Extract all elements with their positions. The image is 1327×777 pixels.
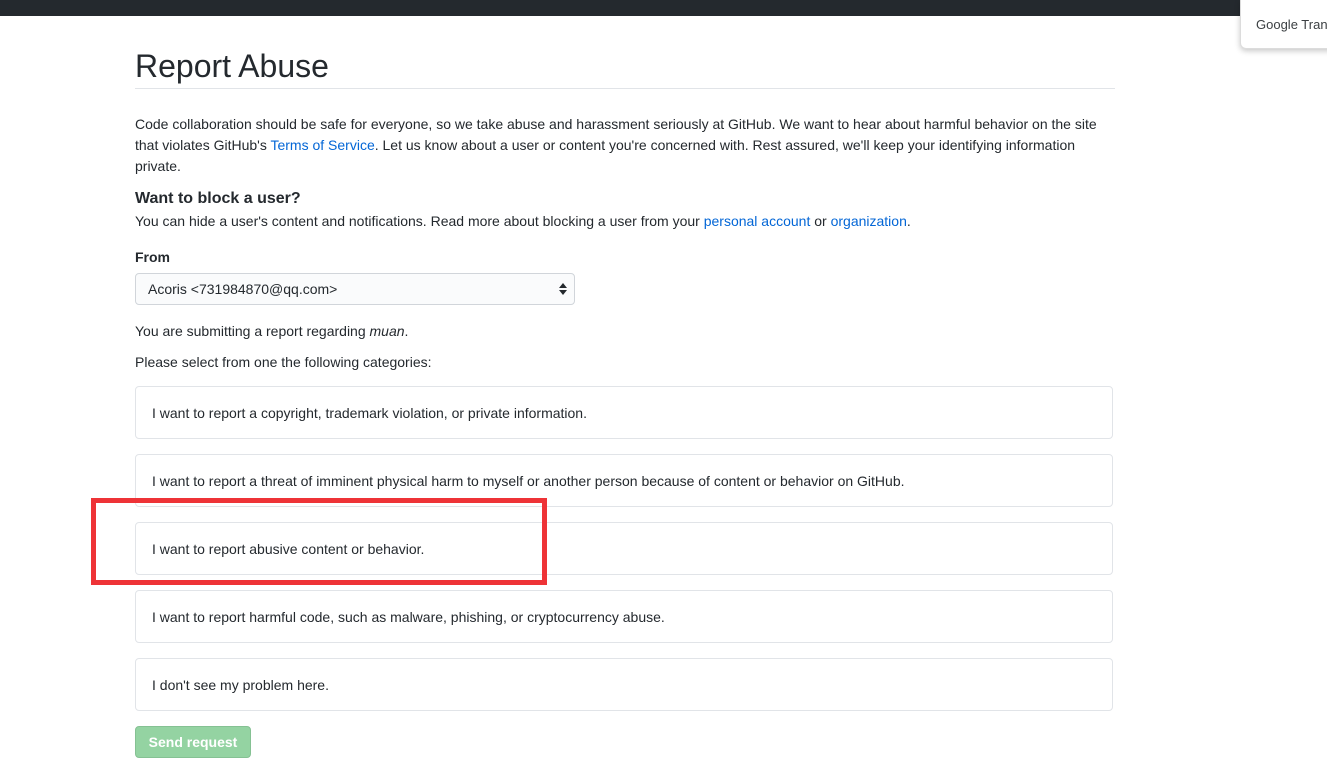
reported-username: muan bbox=[369, 323, 405, 339]
block-period: . bbox=[906, 213, 911, 229]
intro-paragraph: Code collaboration should be safe for ev… bbox=[135, 114, 1110, 177]
google-translate-label: Google Trans bbox=[1256, 17, 1327, 32]
category-abusive-content[interactable]: I want to report abusive content or beha… bbox=[135, 522, 1113, 575]
report-target-prefix: You are submitting a report regarding bbox=[135, 323, 370, 339]
terms-of-service-link[interactable]: Terms of Service bbox=[270, 137, 374, 153]
send-request-button[interactable]: Send request bbox=[135, 726, 251, 758]
category-copyright[interactable]: I want to report a copyright, trademark … bbox=[135, 386, 1113, 439]
block-user-heading: Want to block a user? bbox=[135, 190, 301, 207]
report-target-suffix: . bbox=[404, 323, 409, 339]
from-select-value: Acoris <731984870@qq.com> bbox=[148, 281, 338, 297]
block-user-text: You can hide a user's content and notifi… bbox=[135, 211, 911, 232]
organization-link[interactable]: organization bbox=[831, 213, 907, 229]
google-translate-widget[interactable]: Google Trans bbox=[1240, 0, 1327, 49]
top-navigation-bar bbox=[0, 0, 1327, 16]
category-other[interactable]: I don't see my problem here. bbox=[135, 658, 1113, 711]
block-text-before: You can hide a user's content and notifi… bbox=[135, 213, 704, 229]
category-physical-harm[interactable]: I want to report a threat of imminent ph… bbox=[135, 454, 1113, 507]
personal-account-link[interactable]: personal account bbox=[704, 213, 811, 229]
from-label: From bbox=[135, 249, 170, 265]
page-title: Report Abuse bbox=[135, 46, 1115, 89]
block-or-text: or bbox=[810, 213, 831, 229]
report-target-info: You are submitting a report regarding mu… bbox=[135, 321, 408, 341]
from-select[interactable]: Acoris <731984870@qq.com> bbox=[135, 273, 575, 305]
category-prompt: Please select from one the following cat… bbox=[135, 354, 432, 370]
category-harmful-code[interactable]: I want to report harmful code, such as m… bbox=[135, 590, 1113, 643]
select-arrows-icon bbox=[559, 283, 567, 295]
